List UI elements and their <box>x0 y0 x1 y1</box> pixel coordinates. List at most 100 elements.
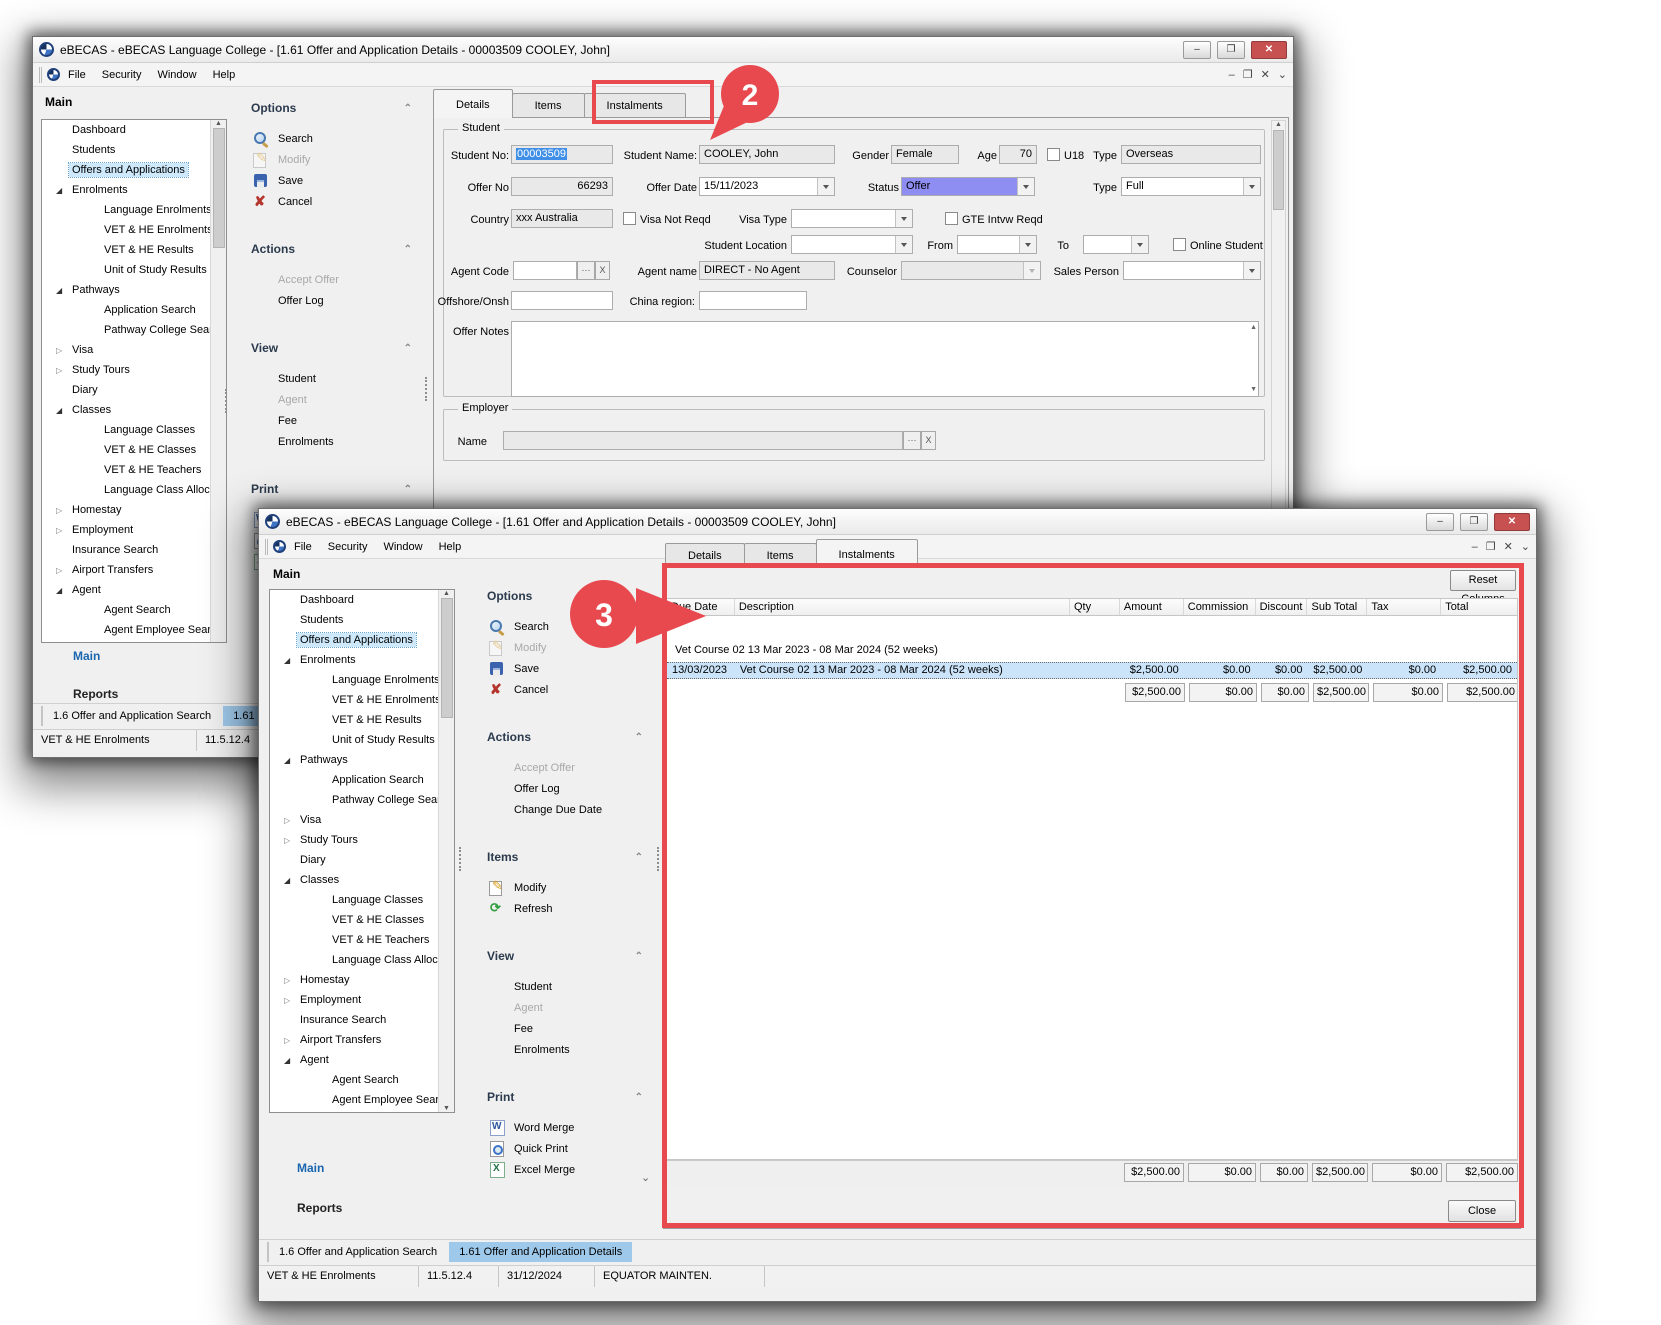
student-no-field[interactable]: 00003509 <box>511 145 613 164</box>
mdi-collapse-icon[interactable]: ⌄ <box>1521 540 1530 553</box>
tree-item[interactable]: Application Search <box>42 300 210 320</box>
panel-action[interactable]: Search <box>251 128 426 149</box>
tree-item[interactable]: Pathway College Search <box>270 790 438 810</box>
collapse-icon[interactable]: ⌃ <box>635 852 643 863</box>
tree-item[interactable]: Offers and Applications <box>42 160 210 180</box>
splitter-grip[interactable] <box>425 377 427 401</box>
menu-item[interactable]: Window <box>149 65 204 85</box>
menu-item[interactable]: Security <box>320 537 376 557</box>
online-student-checkbox[interactable] <box>1173 238 1186 251</box>
tree-item[interactable]: Agent Search <box>42 600 210 620</box>
panel-action[interactable]: Save <box>487 658 657 679</box>
tree-item[interactable]: Enrolments <box>42 180 210 200</box>
panel-action[interactable]: Refresh <box>487 898 657 919</box>
menu-item[interactable]: File <box>286 537 320 557</box>
tree-item[interactable]: Dashboard <box>270 590 438 610</box>
detail-tab[interactable]: Instalments <box>816 539 918 568</box>
mdi-minimize-button[interactable]: – <box>1472 541 1478 553</box>
tree-item[interactable]: Agent Search <box>270 1070 438 1090</box>
tree-item[interactable]: Diary <box>270 850 438 870</box>
panel-action[interactable]: Offer Log <box>251 290 426 311</box>
panel-action[interactable]: Accept Offer <box>251 269 426 290</box>
panel-action[interactable]: Student <box>487 976 657 997</box>
panel-action[interactable]: Accept Offer <box>487 757 657 778</box>
collapse-icon[interactable]: ⌃ <box>404 343 412 354</box>
grid-column-header[interactable]: Commission <box>1184 599 1256 615</box>
offshore-field[interactable] <box>511 291 613 310</box>
menu-item[interactable]: Window <box>375 537 430 557</box>
panel-action[interactable]: Fee <box>251 410 426 431</box>
panel-action[interactable]: Word Merge <box>487 1117 657 1138</box>
tree-item[interactable]: Classes <box>270 870 438 890</box>
tree-item[interactable]: Insurance Search <box>42 540 210 560</box>
maximize-button[interactable]: ❐ <box>1460 513 1488 531</box>
panel-action[interactable]: Enrolments <box>251 431 426 452</box>
nav-footer-main[interactable]: Main <box>73 649 100 663</box>
tree-item[interactable]: Language Classes <box>42 420 210 440</box>
panel-action[interactable]: Change Due Date <box>487 799 657 820</box>
bottom-tab-search[interactable]: 1.6 Offer and Application Search <box>41 706 221 726</box>
employer-lookup-button[interactable]: ··· <box>903 431 921 450</box>
tree-item[interactable]: Pathways <box>42 280 210 300</box>
menu-item[interactable]: Security <box>94 65 150 85</box>
panel-action[interactable]: Cancel <box>251 191 426 212</box>
maximize-button[interactable]: ❐ <box>1217 41 1245 59</box>
scroll-up-icon[interactable]: ▲ <box>1275 121 1282 128</box>
tree-item[interactable]: Classes <box>42 400 210 420</box>
tree-item[interactable]: Airport Transfers <box>270 1030 438 1050</box>
collapse-icon[interactable]: ⌃ <box>404 103 412 114</box>
tree-item[interactable]: Airport Transfers <box>42 560 210 580</box>
tree-item[interactable]: Language Class Allocation <box>42 480 210 500</box>
detail-tab[interactable]: Instalments <box>584 93 686 118</box>
tree-item[interactable]: Unit of Study Results <box>42 260 210 280</box>
collapse-icon[interactable]: ⌃ <box>635 591 643 602</box>
collapse-icon[interactable]: ⌃ <box>635 1092 643 1103</box>
close-button[interactable]: ✕ <box>1494 513 1530 531</box>
panel-action[interactable]: Cancel <box>487 679 657 700</box>
tree-item[interactable]: VET & HE Enrolments <box>270 690 438 710</box>
mdi-restore-button[interactable]: ❐ <box>1243 68 1253 81</box>
panel-action[interactable]: Save <box>251 170 426 191</box>
grid-column-header[interactable]: Due Date <box>667 599 735 615</box>
china-region-field[interactable] <box>699 291 807 310</box>
panel-action[interactable]: Excel Merge <box>487 1159 657 1180</box>
type2-combo[interactable]: Full <box>1121 177 1261 196</box>
student-location-combo[interactable] <box>791 235 913 254</box>
tree-item[interactable]: Agent Employee Search <box>270 1090 438 1110</box>
tree-item[interactable]: Students <box>270 610 438 630</box>
panel-action[interactable]: Search <box>487 616 657 637</box>
mdi-minimize-button[interactable]: – <box>1229 69 1235 81</box>
grid-column-header[interactable]: Description <box>735 599 1070 615</box>
visa-type-combo[interactable] <box>791 209 913 228</box>
scrollbar-thumb[interactable] <box>441 598 453 718</box>
tree-item[interactable]: Study Tours <box>270 830 438 850</box>
mdi-close-button[interactable]: ✕ <box>1504 540 1513 553</box>
panel-action[interactable]: Student <box>251 368 426 389</box>
tree-item[interactable]: VET & HE Classes <box>42 440 210 460</box>
scroll-up-icon[interactable]: ▲ <box>443 590 450 597</box>
country-field[interactable]: xxx Australia <box>511 209 613 228</box>
tree-item[interactable]: VET & HE Results <box>270 710 438 730</box>
agent-name-field[interactable]: DIRECT - No Agent <box>699 261 835 280</box>
age-field[interactable]: 70 <box>999 145 1037 164</box>
collapse-icon[interactable]: ⌃ <box>404 484 412 495</box>
bottom-tab-details[interactable]: 1.61 Offer and Application Details <box>449 1242 632 1262</box>
grid-column-header[interactable]: Sub Total <box>1307 599 1367 615</box>
menu-item[interactable]: File <box>60 65 94 85</box>
collapse-icon[interactable]: ⌃ <box>635 732 643 743</box>
scroll-down-icon[interactable]: ▼ <box>1250 385 1257 395</box>
tree-item[interactable]: Employment <box>270 990 438 1010</box>
tree-item[interactable]: Diary <box>42 380 210 400</box>
tree-item[interactable]: VET & HE Teachers <box>270 930 438 950</box>
tree-item[interactable]: Students <box>42 140 210 160</box>
tree-item[interactable]: Insurance Search <box>270 1010 438 1030</box>
panel-action[interactable]: Modify <box>251 149 426 170</box>
tree-item[interactable]: Employment <box>42 520 210 540</box>
splitter-grip[interactable] <box>459 847 461 871</box>
agent-lookup-button[interactable]: ··· <box>577 261 595 280</box>
gender-field[interactable]: Female <box>891 145 959 164</box>
tree-item[interactable]: Unit of Study Results <box>270 730 438 750</box>
mdi-collapse-icon[interactable]: ⌄ <box>1278 68 1287 81</box>
panel-action[interactable]: Agent <box>251 389 426 410</box>
panel-action[interactable]: Agent <box>487 997 657 1018</box>
